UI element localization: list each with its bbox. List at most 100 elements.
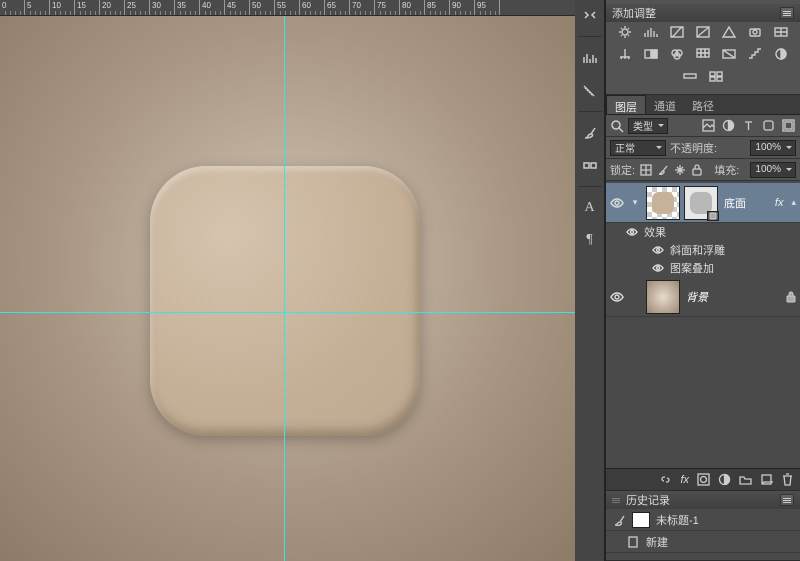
history-header: 历史记录 [606, 491, 800, 509]
filter-kind-select[interactable]: 类型 [628, 118, 668, 134]
layer-style-button[interactable]: fx [680, 474, 689, 486]
link-layers-icon[interactable] [659, 473, 672, 486]
ruler-icon[interactable] [579, 79, 601, 101]
expand-arrows-icon[interactable] [579, 4, 601, 26]
panels-column: 添加调整 图层 通道 路径 [605, 0, 800, 561]
channel-mixer-icon[interactable] [668, 46, 686, 62]
vector-mask-thumbnail[interactable] [684, 186, 718, 220]
layer-name[interactable]: 底面 [724, 195, 769, 211]
layer-name[interactable]: 背景 [686, 289, 780, 305]
layers-panel: 图层 通道 路径 类型 正常 不透明度: [606, 95, 800, 491]
color-balance-icon[interactable] [616, 46, 634, 62]
layer-row[interactable]: 背景 [606, 277, 800, 317]
effect-row[interactable]: 图案叠加 [606, 259, 800, 277]
adjustments-title: 添加调整 [612, 5, 656, 21]
visibility-toggle-icon[interactable] [610, 196, 624, 210]
opacity-value[interactable]: 100% [750, 140, 796, 156]
selective-color-icon[interactable] [707, 68, 725, 84]
lock-position-icon[interactable] [674, 164, 686, 176]
adjustments-panel: 添加调整 [606, 0, 800, 95]
histogram-icon[interactable] [579, 47, 601, 69]
tab-layers[interactable]: 图层 [606, 95, 646, 114]
photo-filter-icon[interactable] [746, 24, 764, 40]
search-icon[interactable] [610, 119, 624, 133]
posterize-icon[interactable] [746, 46, 764, 62]
snapshot-name: 未标题-1 [656, 512, 699, 528]
lock-icon [786, 291, 796, 303]
paragraph-panel-icon[interactable]: ¶ [579, 229, 601, 251]
levels-icon[interactable] [642, 24, 660, 40]
effects-label: 效果 [644, 224, 666, 240]
flyout-menu-icon[interactable] [780, 7, 794, 19]
vector-mask-badge-icon [707, 211, 719, 221]
history-panel: 历史记录 未标题-1 新建 [606, 491, 800, 561]
snapshot-thumbnail [632, 512, 650, 528]
history-state-row[interactable]: 新建 [606, 531, 800, 553]
new-layer-icon[interactable] [760, 473, 773, 486]
brightness-contrast-icon[interactable] [616, 24, 634, 40]
history-snapshot-row[interactable]: 未标题-1 [606, 509, 800, 531]
filter-pixel-icon[interactable] [700, 118, 716, 134]
exposure-icon[interactable] [694, 24, 712, 40]
layers-footer: fx [606, 468, 800, 490]
new-doc-icon [626, 535, 640, 549]
filter-smart-icon[interactable] [780, 118, 796, 134]
effects-header-row[interactable]: 效果 [606, 223, 800, 241]
new-group-icon[interactable] [739, 473, 752, 486]
layer-row[interactable]: ▾ 底面 fx ▴ [606, 183, 800, 223]
black-white-icon[interactable] [642, 46, 660, 62]
ruler-horizontal [0, 0, 575, 16]
guide-horizontal[interactable] [0, 312, 575, 313]
canvas-area[interactable] [0, 16, 575, 561]
effect-row[interactable]: 斜面和浮雕 [606, 241, 800, 259]
tab-channels[interactable]: 通道 [646, 95, 684, 114]
adjustments-header: 添加调整 [606, 4, 800, 22]
layer-thumbnail[interactable] [646, 280, 680, 314]
canvas-shape-rounded-rect [150, 166, 420, 436]
character-panel-icon[interactable]: A [579, 197, 601, 219]
collapsed-panels-strip: A ¶ [575, 0, 605, 561]
delete-layer-icon[interactable] [781, 473, 794, 486]
flyout-menu-icon[interactable] [780, 494, 794, 506]
visibility-toggle-icon[interactable] [610, 290, 624, 304]
tab-paths[interactable]: 路径 [684, 95, 722, 114]
hue-sat-icon[interactable] [772, 24, 790, 40]
blend-mode-select[interactable]: 正常 [610, 140, 666, 156]
opacity-label: 不透明度: [670, 140, 717, 156]
lock-pixels-icon[interactable] [657, 164, 669, 176]
layer-thumbnail[interactable] [646, 186, 680, 220]
fx-collapse-icon[interactable]: ▴ [791, 197, 796, 208]
disclosure-icon[interactable]: ▾ [630, 197, 640, 208]
filter-type-icon[interactable] [740, 118, 756, 134]
brush-icon [612, 513, 626, 527]
curves-icon[interactable] [668, 24, 686, 40]
filter-adjustment-icon[interactable] [720, 118, 736, 134]
history-title: 历史记录 [626, 492, 670, 508]
vibrance-icon[interactable] [720, 24, 738, 40]
lock-label: 锁定: [610, 162, 635, 178]
lock-transparency-icon[interactable] [640, 164, 652, 176]
fx-indicator[interactable]: fx [775, 197, 784, 209]
add-mask-icon[interactable] [697, 473, 710, 486]
filter-shape-icon[interactable] [760, 118, 776, 134]
threshold-icon[interactable] [772, 46, 790, 62]
lock-all-icon[interactable] [691, 164, 703, 176]
layer-list: ▾ 底面 fx ▴ 效果 [606, 181, 800, 468]
gradient-map-icon[interactable] [681, 68, 699, 84]
visibility-toggle-icon[interactable] [652, 262, 666, 274]
layer-filter-row: 类型 [606, 115, 800, 137]
fill-value[interactable]: 100% [750, 162, 796, 178]
effect-name: 图案叠加 [670, 260, 714, 276]
color-lookup-icon[interactable] [694, 46, 712, 62]
guide-vertical[interactable] [284, 16, 285, 561]
visibility-toggle-icon[interactable] [652, 244, 666, 256]
new-adjustment-icon[interactable] [718, 473, 731, 486]
swatches-icon[interactable] [579, 154, 601, 176]
brush-icon[interactable] [579, 122, 601, 144]
history-state-name: 新建 [646, 534, 668, 550]
layers-tabs: 图层 通道 路径 [606, 95, 800, 115]
invert-icon[interactable] [720, 46, 738, 62]
fill-label: 填充: [714, 162, 739, 178]
lock-row: 锁定: 填充: 100% [606, 159, 800, 181]
visibility-toggle-icon[interactable] [626, 226, 640, 238]
